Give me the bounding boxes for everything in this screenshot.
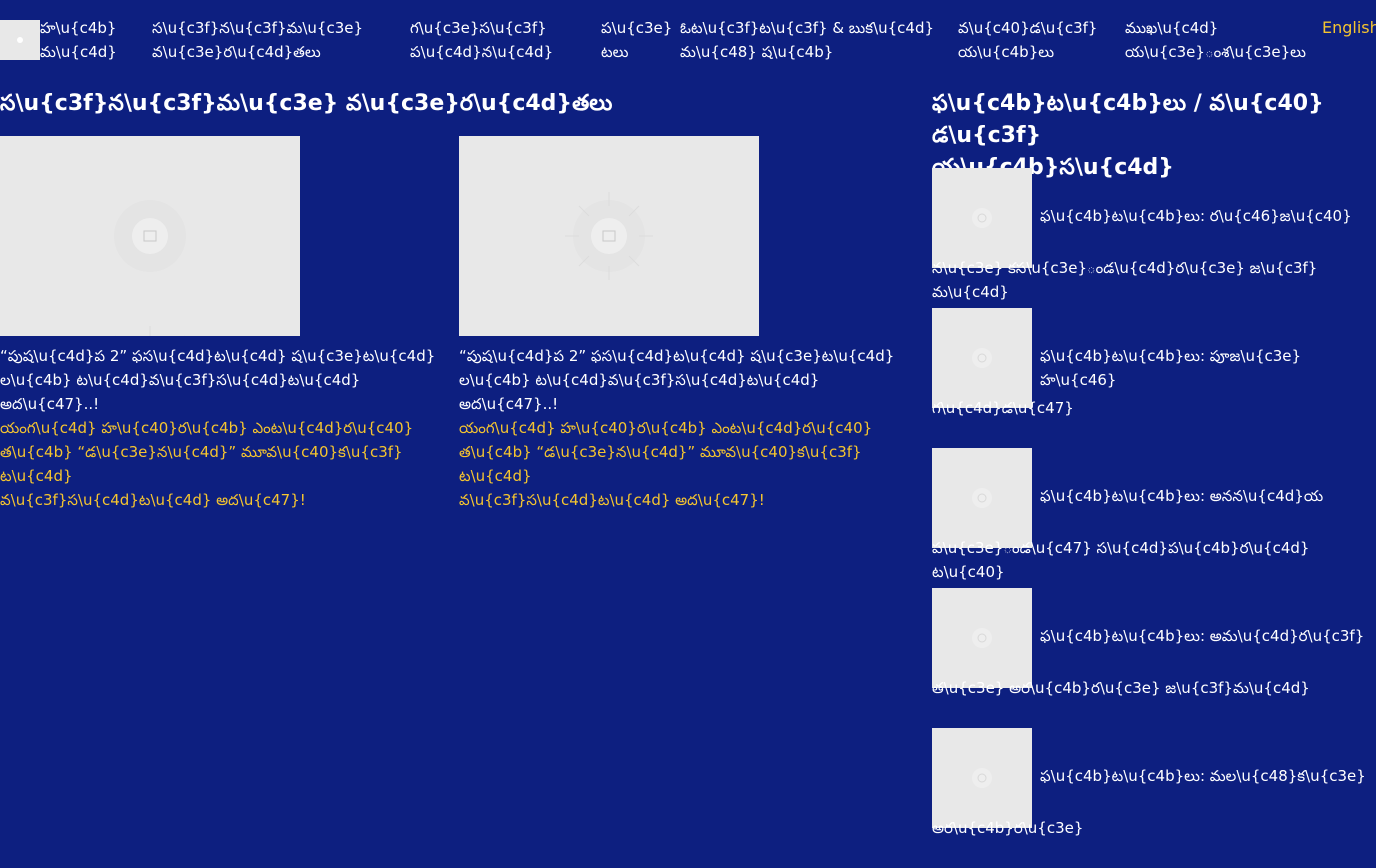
nav-item-label: ఓట\u{c3f}ట\u{c3f} & బుక\u{c4d}	[680, 19, 935, 37]
gallery-thumbnail	[932, 448, 1032, 548]
nav-item-songs[interactable]: ప\u{c3e} టలు	[601, 16, 672, 64]
nav-item-label: య\u{c4b}లు	[958, 43, 1055, 61]
language-switch-link[interactable]: English	[1322, 16, 1376, 40]
sidebar-gallery-item[interactable]: ఫ\u{c4b}ట\u{c4b}లు: అమ\u{c4d}ర\u{c3f} త\…	[932, 588, 1376, 712]
article-summary: యంగ\u{c4d} హ\u{c40}ర\u{c4b} ఎంట\u{c4d}ర\…	[459, 416, 904, 512]
article-title-line: ల\u{c4b} ట\u{c4d}వ\u{c3f}స\u{c4d}ట\u{c4d…	[0, 371, 361, 413]
article-title-link[interactable]: “పుష\u{c4d}ప 2” ఫస\u{c4d}ట\u{c4d} ష\u{c3…	[0, 344, 445, 416]
article-title-line: “పుష\u{c4d}ప 2” ఫస\u{c4d}ట\u{c4d} ష\u{c3…	[0, 347, 436, 365]
sidebar-gallery-item[interactable]: ఫ\u{c4b}ట\u{c4b}లు: మల\u{c48}క\u{c3e} అర…	[932, 728, 1376, 852]
gallery-item-title: ప\u{c3e}ండ\u{c47} స\u{c4d}ప\u{c4b}ర\u{c4…	[932, 539, 1310, 581]
article-card: “పుష\u{c4d}ప 2” ఫస\u{c4d}ట\u{c4d} ష\u{c3…	[0, 136, 445, 512]
image-placeholder-icon	[565, 192, 653, 280]
article-card: “పుష\u{c4d}ప 2” ఫస\u{c4d}ట\u{c4d} ష\u{c3…	[459, 136, 904, 512]
nav-item-gossip[interactable]: గ\u{c3e}స\u{c3f} ప\u{c4d}న\u{c4d}	[410, 16, 553, 64]
image-placeholder-icon	[972, 488, 992, 508]
article-summary-line: త\u{c4b} “డ\u{c3e}న\u{c4d}” మూవ\u{c40}క\…	[459, 443, 862, 485]
gallery-thumbnail	[932, 588, 1032, 688]
gallery-item-title: త\u{c3e} అర\u{c4b}ర\u{c3e} జ\u{c3f}మ\u{c…	[932, 679, 1310, 697]
gallery-thumbnail	[932, 168, 1032, 268]
nav-item-label: టలు	[601, 43, 629, 61]
nav-item-label: ప\u{c3e}	[601, 19, 673, 37]
nav-item-label: స\u{c3f}న\u{c3f}మ\u{c3e}	[152, 19, 364, 37]
nav-item-home[interactable]: హ\u{c4b} మ\u{c4d}	[40, 16, 117, 64]
logo-mark-icon	[17, 37, 23, 43]
page: హ\u{c4b} మ\u{c4d} స\u{c3f}న\u{c3f}మ\u{c3…	[0, 0, 1376, 868]
article-summary-line: త\u{c4b} “డ\u{c3e}న\u{c4d}” మూవ\u{c40}క\…	[0, 443, 403, 485]
nav-item-highlights[interactable]: ముఖ\u{c4d} య\u{c3e}ంశ\u{c3e}లు	[1125, 16, 1306, 64]
article-title-line: “పుష\u{c4d}ప 2” ఫస\u{c4d}ట\u{c4d} ష\u{c3…	[459, 347, 895, 365]
nav-item-label: మ\u{c48} ష\u{c4b}	[680, 43, 834, 61]
nav-item-label: హ\u{c4b}	[40, 19, 117, 37]
gallery-item-title: న\u{c3e} కస\u{c3e}ండ\u{c4d}ర\u{c3e} జ\u{…	[932, 259, 1318, 301]
nav-item-label: య\u{c3e}ంశ\u{c3e}లు	[1125, 43, 1306, 61]
article-title-line: ల\u{c4b} ట\u{c4d}వ\u{c3f}స\u{c4d}ట\u{c4d…	[459, 371, 820, 413]
article-title-link[interactable]: “పుష\u{c4d}ప 2” ఫస\u{c4d}ట\u{c4d} ష\u{c3…	[459, 344, 904, 416]
gallery-thumbnail	[932, 728, 1032, 828]
nav-item-movie-news[interactable]: స\u{c3f}న\u{c3f}మ\u{c3e} వ\u{c3e}ర\u{c4d…	[152, 16, 363, 64]
image-placeholder-icon	[972, 768, 992, 788]
article-summary-line: వ\u{c3f}స\u{c4d}ట\u{c4d} అద\u{c47}!	[459, 491, 765, 509]
sidebar-gallery-item[interactable]: ఫ\u{c4b}ట\u{c4b}లు: ర\u{c46}జ\u{c40} న\u…	[932, 168, 1376, 316]
article-summary-line: యంగ\u{c4d} హ\u{c40}ర\u{c4b} ఎంట\u{c4d}ర\…	[459, 419, 873, 437]
site-logo[interactable]	[0, 20, 40, 60]
gallery-item-title: అర\u{c4b}ర\u{c3e}	[932, 819, 1084, 837]
section-title: స\u{c3f}న\u{c3f}మ\u{c3e} వ\u{c3e}ర\u{c4d…	[0, 91, 613, 116]
sidebar-gallery-item[interactable]: ఫ\u{c4b}ట\u{c4b}లు: అనన\u{c4d}య ప\u{c3e}…	[932, 448, 1376, 596]
nav-item-ott-my-show[interactable]: ఓట\u{c3f}ట\u{c3f} & బుక\u{c4d} మ\u{c48} …	[680, 16, 934, 64]
gallery-thumbnail	[932, 308, 1032, 408]
nav-item-videos[interactable]: వ\u{c40}డ\u{c3f} య\u{c4b}లు	[958, 16, 1097, 64]
image-placeholder-icon	[972, 208, 992, 228]
nav-item-label: గ\u{c3e}స\u{c3f}	[410, 19, 547, 37]
sidebar-title-line: ఫ\u{c4b}ట\u{c4b}లు / వ\u{c40}డ\u{c3f}	[932, 91, 1324, 148]
article-thumbnail[interactable]	[459, 136, 759, 336]
image-placeholder-icon	[972, 348, 992, 368]
article-summary: యంగ\u{c4d} హ\u{c40}ర\u{c4b} ఎంట\u{c4d}ర\…	[0, 416, 445, 512]
gallery-item-title: గ\u{c4d}డ\u{c47}	[932, 399, 1074, 417]
article-summary-line: యంగ\u{c4d} హ\u{c40}ర\u{c4b} ఎంట\u{c4d}ర\…	[0, 419, 414, 437]
image-placeholder-icon	[972, 628, 992, 648]
sidebar-gallery-item[interactable]: ఫ\u{c4b}ట\u{c4b}లు: పూజ\u{c3e} హ\u{c46} …	[932, 308, 1376, 432]
image-placeholder-icon	[114, 200, 186, 336]
nav-item-label: వ\u{c3e}ర\u{c4d}తలు	[152, 43, 321, 61]
nav-item-label: మ\u{c4d}	[40, 43, 117, 61]
article-thumbnail[interactable]	[0, 136, 300, 336]
nav-item-label: ప\u{c4d}న\u{c4d}	[410, 43, 554, 61]
article-summary-line: వ\u{c3f}స\u{c4d}ట\u{c4d} అద\u{c47}!	[0, 491, 306, 509]
nav-item-label: వ\u{c40}డ\u{c3f}	[958, 19, 1098, 37]
nav-item-label: ముఖ\u{c4d}	[1125, 19, 1219, 37]
